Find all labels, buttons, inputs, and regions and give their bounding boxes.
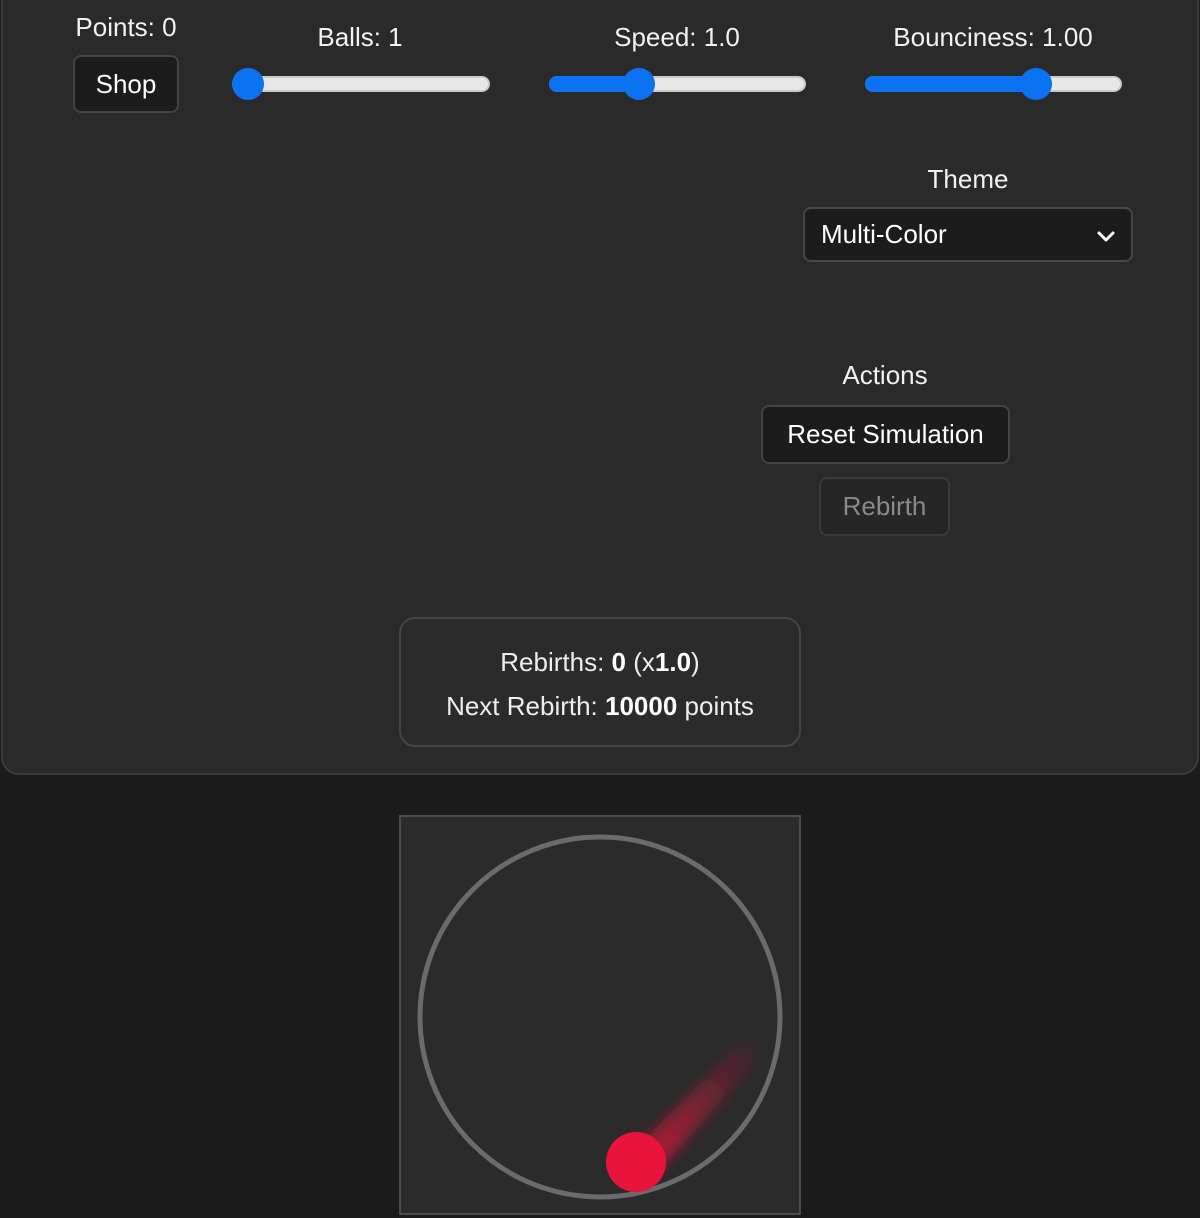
bounciness-slider-label: Bounciness: 1.00: [893, 22, 1093, 52]
next-rebirth-line: Next Rebirth: 10000 points: [401, 691, 799, 722]
next-rebirth-points: 10000: [605, 691, 678, 721]
slider-fill: [865, 76, 1037, 92]
rebirth-button[interactable]: Rebirth: [819, 477, 950, 536]
actions-label: Actions: [842, 360, 928, 390]
slider-thumb[interactable]: [232, 68, 264, 100]
shop-button[interactable]: Shop: [73, 55, 179, 113]
speed-slider-label: Speed: 1.0: [614, 22, 740, 52]
slider-track: [232, 76, 490, 92]
simulation-canvas[interactable]: [399, 815, 801, 1215]
multiplier-value: 1.0: [654, 647, 692, 677]
reset-simulation-button[interactable]: Reset Simulation: [761, 405, 1010, 464]
next-rebirth-label: Next Rebirth:: [446, 691, 606, 721]
arena-ring: [417, 834, 783, 1200]
theme-select[interactable]: Multi-Color: [803, 207, 1133, 262]
chevron-down-icon: [1097, 231, 1115, 242]
rebirths-line: Rebirths: 0 (x1.0): [401, 647, 799, 678]
multiplier-suffix: ): [691, 647, 700, 677]
bounciness-slider[interactable]: [865, 59, 1122, 109]
speed-slider[interactable]: [549, 59, 806, 109]
rebirth-stats-card: Rebirths: 0 (x1.0) Next Rebirth: 10000 p…: [399, 617, 801, 747]
theme-label: Theme: [927, 164, 1009, 194]
next-rebirth-suffix: points: [677, 691, 754, 721]
rebirths-count: 0: [611, 647, 626, 677]
multiplier-prefix: (x: [626, 647, 655, 677]
rebirths-label: Rebirths:: [500, 647, 612, 677]
ball: [606, 1132, 666, 1192]
simulation-svg: [417, 834, 783, 1200]
theme-selected-value: Multi-Color: [821, 219, 947, 249]
balls-slider[interactable]: [232, 59, 490, 109]
slider-thumb[interactable]: [1020, 68, 1053, 100]
points-counter: Points: 0: [75, 12, 177, 42]
slider-thumb[interactable]: [623, 68, 656, 100]
balls-slider-label: Balls: 1: [317, 22, 403, 52]
